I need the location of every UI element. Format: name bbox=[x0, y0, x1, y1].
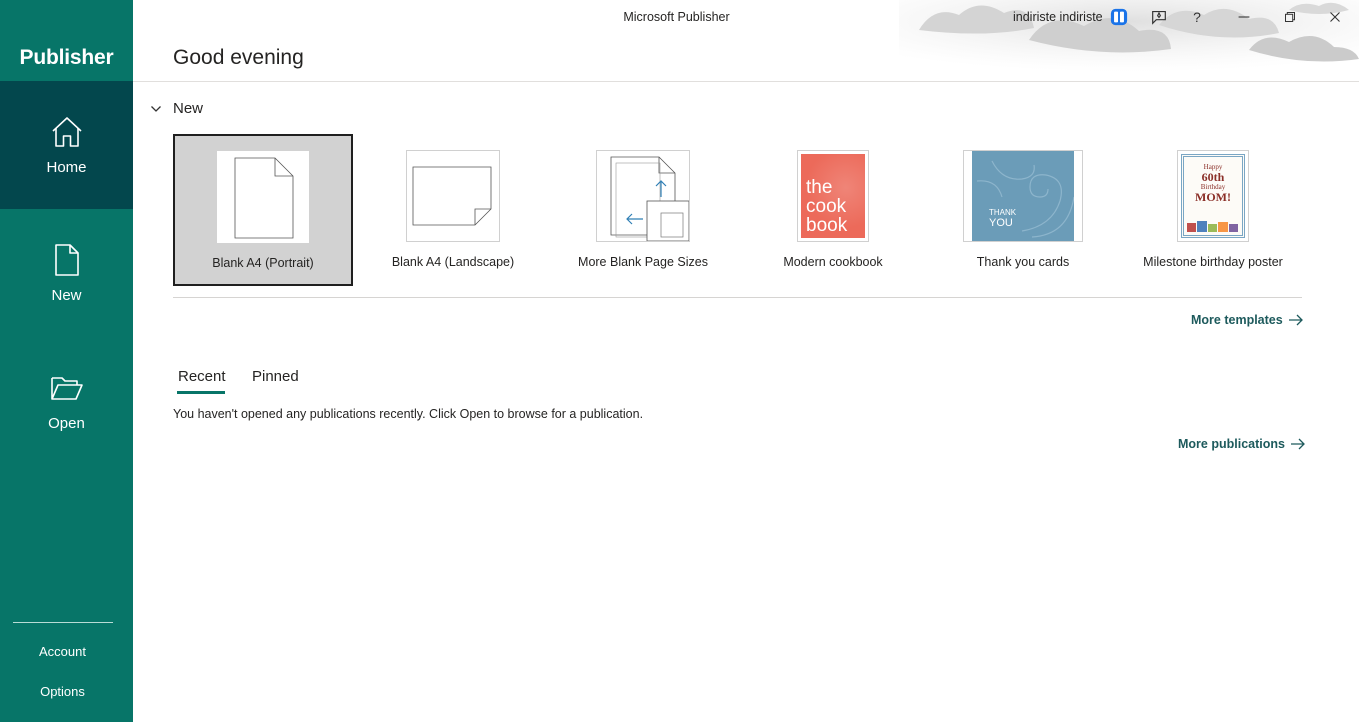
app-name: Publisher bbox=[19, 46, 114, 69]
account-link[interactable]: Account bbox=[0, 644, 125, 659]
sidebar-item-label: Home bbox=[46, 158, 87, 176]
template-blank-a4-portrait[interactable]: Blank A4 (Portrait) bbox=[173, 134, 353, 286]
template-milestone-birthday-poster[interactable]: Happy 60th Birthday MOM! Milestone birth… bbox=[1123, 134, 1303, 286]
template-thumbnail bbox=[596, 150, 690, 242]
template-thumbnail: the cook book bbox=[797, 150, 869, 242]
header-divider bbox=[133, 81, 1359, 82]
cookbook-text-line: book bbox=[806, 215, 848, 236]
help-icon[interactable]: ? bbox=[1185, 6, 1209, 28]
template-label: Thank you cards bbox=[976, 255, 1070, 269]
sidebar-item-label: New bbox=[51, 286, 82, 304]
poster-text-line: 60th bbox=[1201, 170, 1225, 184]
no-recent-message: You haven't opened any publications rece… bbox=[173, 407, 644, 421]
template-thumbnail: THANK YOU bbox=[963, 150, 1083, 242]
swirl-decoration bbox=[976, 160, 1074, 238]
page-title: Good evening bbox=[173, 46, 304, 69]
template-modern-cookbook[interactable]: the cook book Modern cookbook bbox=[743, 134, 923, 286]
sidebar: Publisher Home New Open Account Options bbox=[0, 0, 133, 722]
feedback-icon[interactable] bbox=[1147, 6, 1171, 28]
active-tab-indicator bbox=[177, 391, 225, 394]
poster-text-line: MOM! bbox=[1195, 190, 1231, 204]
cookbook-text-line: cook bbox=[806, 196, 847, 217]
template-thank-you-cards[interactable]: THANK YOU Thank you cards bbox=[933, 134, 1113, 286]
card-text-line: YOU bbox=[989, 217, 1013, 229]
minimize-icon[interactable] bbox=[1232, 6, 1256, 28]
thank-you-card: THANK YOU bbox=[972, 151, 1074, 241]
close-icon[interactable] bbox=[1323, 6, 1347, 28]
gift-icon[interactable] bbox=[1107, 6, 1131, 28]
arrow-right-icon bbox=[1288, 314, 1303, 326]
template-label: Modern cookbook bbox=[783, 255, 883, 269]
more-publications-label: More publications bbox=[1178, 437, 1285, 451]
new-document-icon bbox=[54, 243, 79, 276]
tab-pinned[interactable]: Pinned bbox=[252, 368, 299, 385]
birthday-poster: Happy 60th Birthday MOM! bbox=[1181, 154, 1245, 238]
sidebar-item-new[interactable]: New bbox=[0, 209, 133, 337]
more-templates-label: More templates bbox=[1191, 313, 1283, 327]
title-bar: Microsoft Publisher indiriste indiriste … bbox=[133, 0, 1359, 72]
template-more-blank-page-sizes[interactable]: More Blank Page Sizes bbox=[553, 134, 733, 286]
home-icon bbox=[51, 116, 82, 147]
section-title: New bbox=[173, 100, 204, 117]
gift-boxes-decoration bbox=[1187, 221, 1238, 232]
template-blank-a4-landscape[interactable]: Blank A4 (Landscape) bbox=[363, 134, 543, 286]
templates-divider bbox=[173, 297, 1302, 298]
sidebar-divider bbox=[13, 622, 113, 623]
sidebar-item-label: Open bbox=[48, 414, 85, 432]
chevron-down-icon bbox=[151, 105, 161, 112]
cookbook-text-line: the bbox=[806, 177, 833, 198]
template-label: More Blank Page Sizes bbox=[578, 255, 708, 269]
blank-landscape-page-icon bbox=[412, 166, 492, 226]
template-thumbnail bbox=[217, 151, 309, 243]
restore-icon[interactable] bbox=[1278, 6, 1302, 28]
template-label: Milestone birthday poster bbox=[1143, 255, 1283, 269]
template-thumbnail: Happy 60th Birthday MOM! bbox=[1177, 150, 1249, 242]
template-thumbnail bbox=[406, 150, 500, 242]
page-sizes-icon bbox=[610, 156, 689, 241]
cookbook-cover: the cook book bbox=[801, 154, 865, 238]
user-name[interactable]: indiriste indiriste bbox=[1013, 10, 1103, 24]
template-label: Blank A4 (Landscape) bbox=[391, 255, 515, 269]
template-label: Blank A4 (Portrait) bbox=[212, 256, 314, 270]
more-publications-link[interactable]: More publications bbox=[1178, 437, 1306, 451]
options-link[interactable]: Options bbox=[0, 684, 125, 699]
tab-recent[interactable]: Recent bbox=[178, 368, 226, 385]
blank-portrait-page-icon bbox=[234, 157, 294, 239]
sidebar-item-open[interactable]: Open bbox=[0, 337, 133, 465]
sidebar-item-home[interactable]: Home bbox=[0, 81, 133, 209]
arrow-right-icon bbox=[1290, 438, 1305, 450]
more-templates-link[interactable]: More templates bbox=[1191, 313, 1304, 327]
folder-open-icon bbox=[50, 376, 83, 400]
new-section-toggle[interactable]: New bbox=[150, 100, 203, 117]
